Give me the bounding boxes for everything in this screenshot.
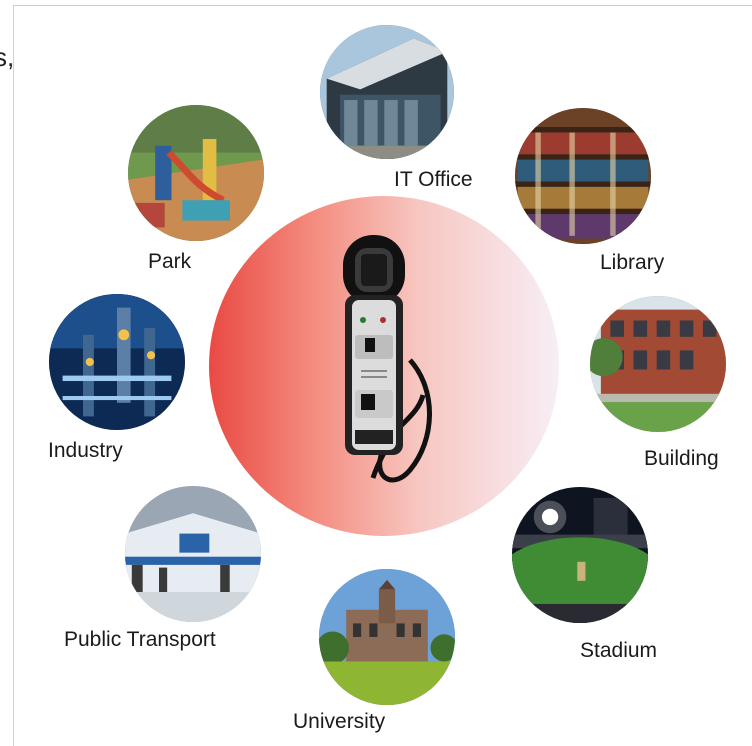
library-image [515, 108, 651, 244]
label-stadium: Stadium [580, 639, 658, 662]
building-image [590, 296, 726, 432]
label-library: Library [600, 251, 665, 274]
label-industry: Industry [48, 439, 123, 462]
label-public-transport: Public Transport [64, 628, 216, 651]
label-park: Park [148, 250, 192, 273]
it-office-image [320, 25, 454, 159]
handheld-metal-detector [343, 235, 432, 483]
label-building: Building [644, 447, 719, 470]
public-transport-image [125, 486, 261, 622]
stadium-image [512, 487, 648, 623]
park-image [128, 105, 264, 241]
university-image [319, 569, 455, 705]
label-it-office: IT Office [394, 168, 473, 191]
industry-image [49, 294, 185, 430]
label-university: University [293, 710, 386, 733]
